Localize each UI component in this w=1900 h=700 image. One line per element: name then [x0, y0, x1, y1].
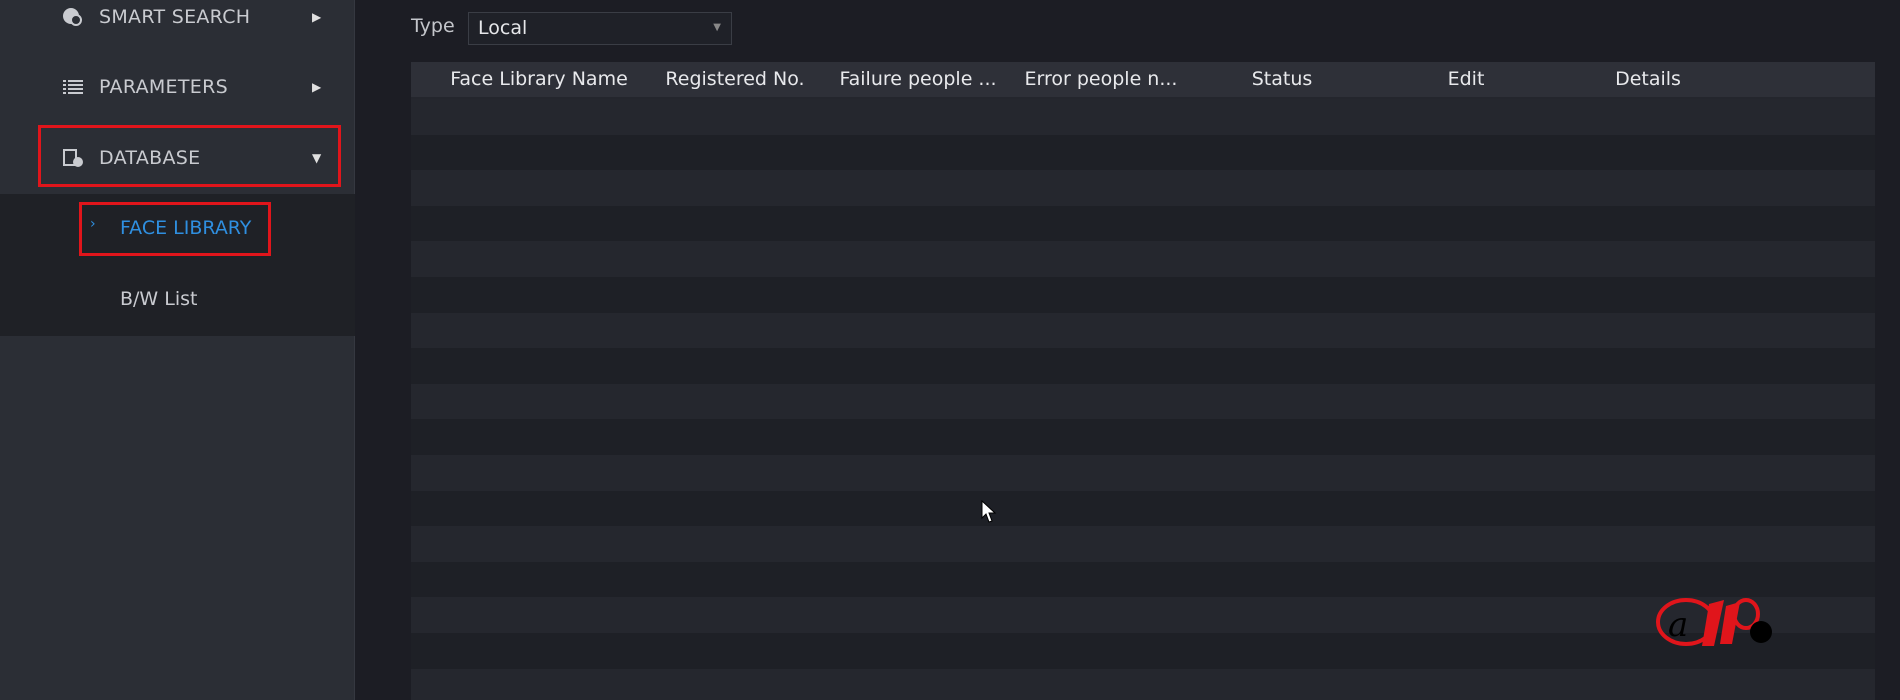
column-header: Edit	[1447, 68, 1485, 90]
table-row[interactable]	[411, 348, 1875, 384]
table-row[interactable]	[411, 277, 1875, 313]
chevron-right-icon: ▶	[312, 10, 322, 24]
type-label: Type	[411, 15, 455, 37]
table-row[interactable]	[411, 455, 1875, 491]
column-header: Error people n...	[1024, 68, 1178, 90]
menu-smart-search[interactable]: SMART SEARCH ▶	[0, 0, 355, 46]
column-header: Face Library Name	[450, 68, 628, 90]
svg-text:a: a	[1668, 605, 1688, 645]
highlight-box-face-library	[79, 202, 271, 256]
smart-search-icon	[62, 6, 84, 28]
table-header: Face Library Name Registered No. Failure…	[411, 62, 1875, 99]
table-row[interactable]	[411, 99, 1875, 135]
table-row[interactable]	[411, 170, 1875, 206]
highlight-box-database	[38, 125, 341, 187]
table-row[interactable]	[411, 241, 1875, 277]
list-icon	[62, 76, 84, 98]
table-row[interactable]	[411, 383, 1875, 420]
table-row[interactable]	[411, 134, 1875, 171]
table-row[interactable]	[411, 668, 1875, 700]
table-row[interactable]	[411, 312, 1875, 349]
sidebar: SMART SEARCH ▶ PARAMETERS ▶ DATABASE ▼ ›…	[0, 0, 355, 700]
watermark-logo: a	[1654, 592, 1779, 654]
table-row[interactable]	[411, 419, 1875, 455]
table-row[interactable]	[411, 490, 1875, 527]
column-header: Failure people ...	[839, 68, 997, 90]
table-row[interactable]	[411, 526, 1875, 562]
menu-parameters[interactable]: PARAMETERS ▶	[0, 58, 355, 116]
table-row[interactable]	[411, 205, 1875, 242]
column-header: Details	[1615, 68, 1681, 90]
submenu-bw-list[interactable]: B/W List	[120, 288, 197, 310]
chevron-right-icon: ▶	[312, 80, 322, 94]
mouse-cursor	[981, 499, 997, 528]
type-select[interactable]: Local ▼	[468, 12, 732, 45]
caret-down-icon: ▼	[713, 22, 721, 33]
column-header: Status	[1251, 68, 1313, 90]
column-header: Registered No.	[665, 68, 805, 90]
